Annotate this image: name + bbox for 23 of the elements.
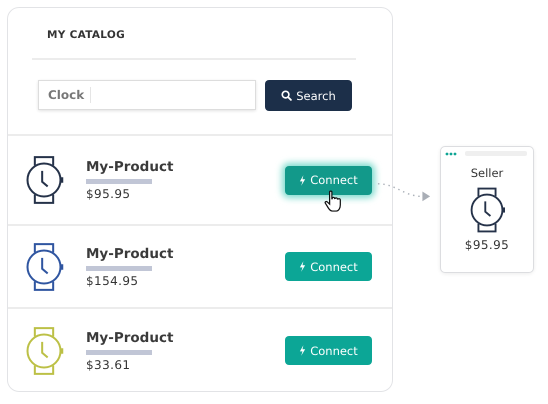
connect-button[interactable]: Connect (285, 166, 372, 194)
catalog-title: MY CATALOG (47, 29, 126, 41)
product-name: My-Product (86, 246, 174, 262)
placeholder-bar (86, 266, 152, 270)
search-icon (281, 90, 292, 101)
product-price: $154.95 (86, 274, 140, 288)
search-button[interactable]: Search (265, 80, 352, 111)
connect-button[interactable]: Connect (285, 336, 372, 365)
placeholder-bar (86, 350, 152, 354)
search-field[interactable]: Clock (38, 80, 256, 110)
hand-cursor-icon (324, 190, 342, 213)
product-name: My-Product (86, 330, 174, 346)
connect-button[interactable]: Connect (285, 252, 372, 281)
product-price: $33.61 (86, 358, 132, 372)
lightning-icon (299, 261, 306, 272)
seller-title: Seller (470, 166, 504, 180)
placeholder-bar (86, 179, 152, 184)
seller-price: $95.95 (464, 238, 510, 252)
lightning-icon (299, 174, 306, 186)
window-dots-icon (445, 152, 457, 156)
lightning-icon (299, 345, 306, 356)
product-name: My-Product (86, 159, 174, 175)
product-price: $95.95 (86, 187, 132, 201)
